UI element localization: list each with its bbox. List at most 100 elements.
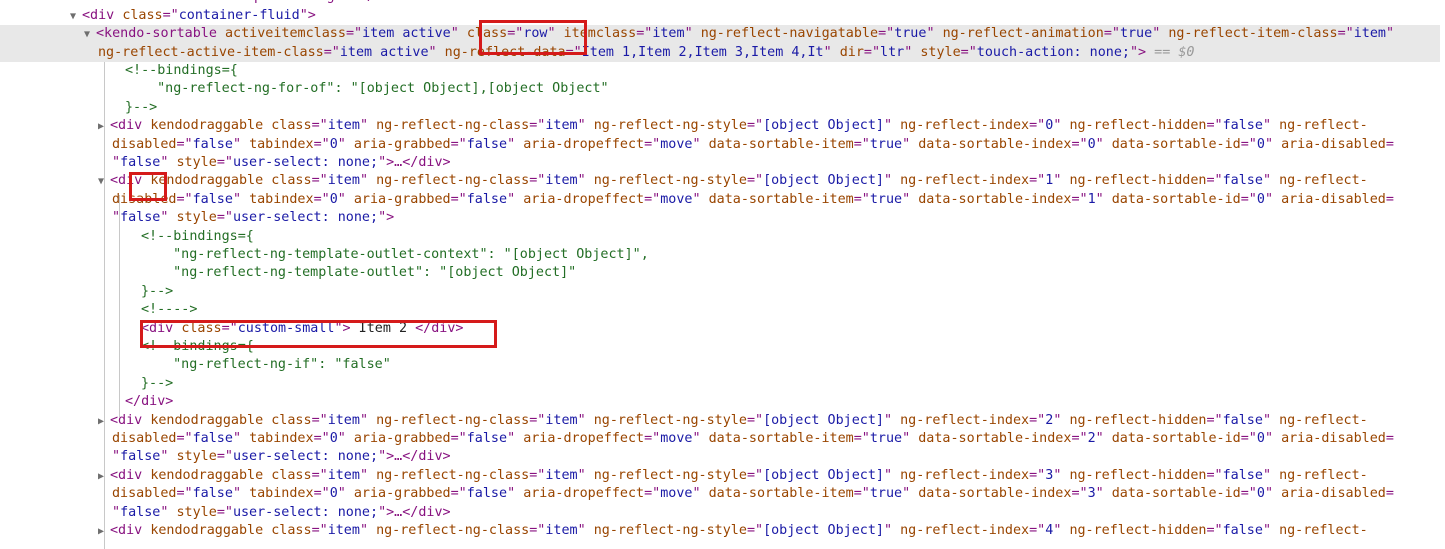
code-token: 0 — [329, 136, 338, 152]
code-token: </div> — [125, 394, 174, 410]
code-token: item — [327, 173, 360, 189]
code-token: =" — [450, 431, 467, 446]
dom-node-line[interactable]: ▶ <div kendodraggable class="item" ng-ref… — [0, 412, 1445, 430]
code-token: " — [1262, 173, 1280, 189]
code-token: " — [684, 26, 701, 42]
code-token: =" — [162, 7, 179, 23]
code-token: " — [507, 486, 524, 502]
code-token: false — [1222, 523, 1263, 538]
code-token: =" — [529, 467, 546, 483]
code-token: " — [692, 486, 709, 502]
code-token: false — [466, 486, 508, 502]
scrollbar[interactable] — [1440, 0, 1445, 549]
code-token: 0 — [329, 486, 338, 502]
dom-node-line[interactable]: "ng-reflect-ng-for-of": "[object Object]… — [0, 80, 1445, 98]
dom-node-line[interactable]: <!--bindings={ — [0, 62, 1445, 80]
code-token: false — [1222, 118, 1263, 134]
dom-node-line[interactable]: ▼ <kendo-sortable activeitemclass="item a… — [0, 25, 1445, 44]
dom-node-line[interactable]: "false" style="user-select: none;">…</di… — [0, 504, 1445, 522]
dom-node-line[interactable]: ▼ <div kendodraggable class="item" ng-ref… — [0, 172, 1445, 190]
dom-node-line[interactable]: }--> — [0, 283, 1445, 301]
code-token: kendodraggable — [150, 118, 272, 134]
code-token: aria-dropeffect — [523, 191, 645, 207]
code-token: aria-dropeffect — [523, 486, 645, 502]
code-token: " — [1262, 412, 1280, 428]
code-token: ng-reflect-ng-class — [376, 173, 530, 189]
code-token: kendodraggable — [150, 412, 272, 428]
dom-node-line[interactable]: }--> — [0, 99, 1445, 117]
code-token: =" — [450, 486, 467, 502]
code-token: true — [869, 486, 903, 502]
code-token: item — [545, 523, 578, 538]
code-token: " — [1053, 523, 1070, 538]
code-token: false — [120, 449, 161, 465]
code-token: style — [176, 504, 217, 520]
code-token: =" — [878, 26, 895, 42]
code-token: false — [1222, 173, 1263, 189]
code-token: move — [660, 191, 693, 207]
code-token: class — [271, 412, 312, 428]
code-token: = — [1385, 431, 1394, 446]
code-token: =" — [853, 136, 870, 152]
code-token: " — [577, 173, 594, 189]
code-token: =" — [644, 136, 661, 152]
code-token: " — [337, 136, 354, 152]
dom-node-line[interactable]: <div class="example-config">…</div> — [0, 0, 1445, 7]
expand-arrow-icon[interactable]: ▼ — [70, 8, 82, 25]
code-token: " — [112, 155, 121, 170]
code-token: data-sortable-index — [918, 136, 1072, 152]
code-token: ng-reflect-ng-class — [376, 467, 530, 483]
code-token: item active — [339, 44, 429, 60]
code-token: kendodraggable — [150, 523, 272, 538]
dom-node-line[interactable]: ▼ <div class="container-fluid"> — [0, 7, 1445, 25]
code-token: data-sortable-item — [708, 431, 854, 446]
code-token: = — [1385, 136, 1394, 152]
code-token: " — [232, 431, 250, 446]
code-token: activeitemclass — [225, 26, 346, 42]
dom-node-line[interactable]: "false" style="user-select: none;">…</di… — [0, 154, 1445, 172]
dom-node-line[interactable]: disabled="false" tabindex="0" aria-grabb… — [0, 191, 1445, 209]
code-token: aria-disabled — [1281, 486, 1386, 502]
dom-node-line[interactable]: <!----> — [0, 301, 1445, 319]
code-token: false — [466, 431, 508, 446]
dom-node-line[interactable]: "false" style="user-select: none;">…</di… — [0, 448, 1445, 466]
code-token: tabindex — [249, 136, 314, 152]
code-token: ng-reflect-ng-style — [593, 173, 747, 189]
code-token: aria-disabled — [1281, 136, 1386, 152]
code-token: move — [660, 431, 693, 446]
expand-arrow-icon[interactable]: ▼ — [84, 26, 96, 43]
dom-node-line[interactable]: }--> — [0, 375, 1445, 393]
dom-node-line[interactable]: disabled="false" tabindex="0" aria-grabb… — [0, 485, 1445, 503]
code-token: true — [869, 431, 903, 446]
dom-node-line[interactable]: disabled="false" tabindex="0" aria-grabb… — [0, 136, 1445, 154]
code-token: " — [359, 523, 377, 538]
code-token: =" — [1240, 431, 1257, 446]
dom-node-line[interactable]: ▶ <div kendodraggable class="item" ng-ref… — [0, 522, 1445, 540]
dom-node-line[interactable]: "false" style="user-select: none;"> — [0, 209, 1445, 227]
code-token: " — [507, 431, 524, 446]
code-token: " — [926, 26, 943, 42]
dom-node-line[interactable]: ng-reflect-active-item-class="item activ… — [0, 43, 1445, 62]
dom-node-line[interactable]: <!--bindings={ — [0, 228, 1445, 246]
code-token: =" — [176, 431, 193, 446]
code-token: ng-reflect-ng-class — [376, 118, 530, 134]
code-token: disabled — [112, 486, 177, 502]
code-token: " — [359, 173, 377, 189]
dom-node-line[interactable]: "ng-reflect-ng-if": "false" — [0, 356, 1445, 374]
code-token: " — [1095, 136, 1112, 152]
code-token: false — [120, 210, 161, 226]
code-token: dir — [839, 44, 864, 60]
dom-node-line[interactable]: "ng-reflect-ng-template-outlet-context":… — [0, 246, 1445, 264]
dom-node-line[interactable]: </div> — [0, 393, 1445, 411]
dom-node-line[interactable]: ▶ <div kendodraggable class="item" ng-ref… — [0, 117, 1445, 135]
dom-node-line[interactable]: "ng-reflect-ng-template-outlet": "[objec… — [0, 264, 1445, 282]
dom-node-line[interactable]: disabled="false" tabindex="0" aria-grabb… — [0, 430, 1445, 448]
code-token: " — [1053, 173, 1070, 189]
dom-node-line[interactable]: ▶ <div kendodraggable class="item" ng-ref… — [0, 467, 1445, 485]
code-token: =" — [1206, 118, 1223, 134]
code-token: ng-reflect-index — [900, 523, 1030, 538]
code-token: =" — [746, 173, 764, 189]
code-token: item — [545, 467, 578, 483]
code-token: style — [920, 44, 961, 60]
code-token: =" — [853, 191, 870, 207]
